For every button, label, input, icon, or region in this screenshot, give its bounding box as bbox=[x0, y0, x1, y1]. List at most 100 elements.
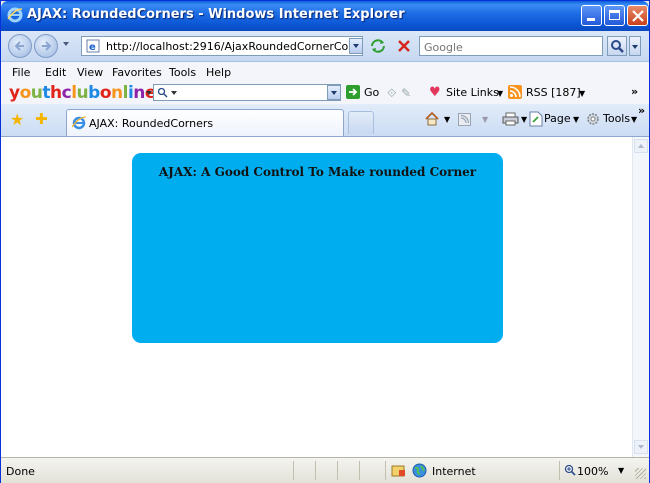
panel-heading: AJAX: A Good Control To Make rounded Cor… bbox=[158, 165, 477, 179]
minimize-button[interactable] bbox=[581, 5, 602, 26]
menu-favorites[interactable]: Favorites bbox=[112, 66, 162, 79]
ie-page-icon bbox=[72, 116, 86, 130]
window-title: AJAX: RoundedCorners - Windows Internet … bbox=[27, 7, 405, 22]
status-divider bbox=[293, 461, 294, 480]
brand-letter: h bbox=[50, 83, 62, 103]
search-input[interactable] bbox=[422, 38, 602, 56]
back-button[interactable] bbox=[8, 34, 32, 58]
rss-dropdown-icon[interactable]: ▼ bbox=[579, 89, 585, 98]
highlight-icon[interactable]: ⟐ bbox=[387, 86, 396, 101]
gear-icon[interactable] bbox=[585, 111, 601, 127]
minimize-icon bbox=[587, 18, 595, 21]
feeds-dropdown-icon[interactable]: ▼ bbox=[482, 115, 488, 124]
home-dropdown-icon[interactable]: ▼ bbox=[444, 115, 450, 124]
status-text: Done bbox=[6, 465, 35, 478]
address-field[interactable]: e http://localhost:2916/AjaxRoundedCorne… bbox=[81, 36, 363, 56]
search-box[interactable] bbox=[419, 36, 603, 56]
heart-icon: ♥ bbox=[429, 85, 441, 100]
tools-dropdown-icon[interactable]: ▼ bbox=[631, 115, 637, 124]
page-icon: e bbox=[86, 39, 100, 53]
print-icon[interactable] bbox=[502, 111, 519, 127]
stop-icon[interactable] bbox=[394, 37, 414, 55]
zoom-level[interactable]: 100% bbox=[577, 465, 608, 478]
status-divider bbox=[315, 461, 316, 480]
toolbar-overflow-chevron[interactable]: » bbox=[631, 85, 638, 98]
favorites-center-icon[interactable]: ★ bbox=[10, 112, 24, 128]
maximize-icon bbox=[609, 10, 620, 20]
brand-letter: o bbox=[99, 83, 112, 103]
status-divider bbox=[337, 461, 338, 480]
forward-button[interactable] bbox=[34, 34, 58, 58]
page-menu-button[interactable]: Page bbox=[544, 112, 571, 125]
recent-pages-dropdown-icon[interactable] bbox=[63, 42, 69, 46]
tab-label: AJAX: RoundedCorners bbox=[89, 117, 214, 130]
site-links-dropdown-icon[interactable]: ▼ bbox=[497, 89, 503, 98]
page-dropdown-icon[interactable]: ▼ bbox=[573, 115, 579, 124]
page-viewport: AJAX: A Good Control To Make rounded Cor… bbox=[1, 137, 632, 457]
back-arrow-icon bbox=[14, 41, 24, 51]
zoom-dropdown-icon[interactable]: ▼ bbox=[618, 466, 624, 475]
home-icon[interactable] bbox=[424, 111, 440, 127]
custom-toolbar: youthclubonline Go ⟐ ✎ ♥ Site Links ▼ RS… bbox=[1, 82, 649, 104]
rounded-corner-panel: AJAX: A Good Control To Make rounded Cor… bbox=[132, 153, 503, 343]
youthclubonline-logo[interactable]: youthclubonline bbox=[9, 83, 156, 103]
page-menu-icon[interactable] bbox=[529, 111, 543, 127]
go-arrow-icon[interactable] bbox=[346, 85, 360, 99]
rss-feed-button[interactable]: RSS [187] bbox=[526, 86, 581, 99]
menu-edit[interactable]: Edit bbox=[45, 66, 66, 79]
tab-ajax-roundedcorners[interactable]: AJAX: RoundedCorners bbox=[66, 109, 344, 136]
internet-explorer-icon bbox=[7, 7, 23, 23]
go-button-label[interactable]: Go bbox=[364, 86, 379, 99]
brand-letter: u bbox=[30, 83, 43, 103]
pen-icon[interactable]: ✎ bbox=[401, 86, 411, 100]
maximize-button[interactable] bbox=[604, 5, 625, 26]
scroll-up-arrow-icon[interactable] bbox=[634, 139, 648, 153]
brand-letter: y bbox=[9, 83, 20, 103]
search-options-dropdown[interactable] bbox=[629, 36, 641, 56]
vertical-scrollbar[interactable] bbox=[632, 137, 649, 457]
feeds-icon[interactable] bbox=[458, 113, 471, 126]
zoom-icon[interactable] bbox=[564, 464, 576, 476]
print-dropdown-icon[interactable]: ▼ bbox=[521, 115, 527, 124]
protected-mode-icon[interactable] bbox=[391, 463, 406, 478]
small-search-icon bbox=[157, 87, 168, 98]
url-text[interactable]: http://localhost:2916/AjaxRoundedCornerC… bbox=[106, 40, 356, 53]
globe-icon bbox=[412, 463, 427, 478]
refresh-icon[interactable] bbox=[368, 37, 388, 55]
status-divider bbox=[559, 461, 560, 480]
brand-letter: n bbox=[111, 83, 123, 103]
menu-file[interactable]: File bbox=[12, 66, 30, 79]
new-tab-button[interactable] bbox=[348, 111, 374, 134]
menu-view[interactable]: View bbox=[77, 66, 103, 79]
brand-letter: n bbox=[133, 83, 145, 103]
address-toolbar: e http://localhost:2916/AjaxRoundedCorne… bbox=[1, 31, 649, 62]
tools-menu-button[interactable]: Tools bbox=[603, 112, 630, 125]
browser-window: AJAX: RoundedCorners - Windows Internet … bbox=[0, 0, 650, 483]
site-links-button[interactable]: Site Links bbox=[446, 86, 499, 99]
status-bar: Done Internet 100% ▼ bbox=[1, 457, 649, 483]
title-bar[interactable]: AJAX: RoundedCorners - Windows Internet … bbox=[1, 1, 649, 31]
add-to-favorites-icon[interactable]: ✚ bbox=[35, 111, 48, 127]
brand-letter: u bbox=[76, 83, 89, 103]
brand-letter: t bbox=[42, 83, 51, 103]
security-zone-label[interactable]: Internet bbox=[432, 465, 476, 478]
tab-bar: ★ ✚ AJAX: RoundedCorners ▼ ▼ ▼ Page ▼ To… bbox=[1, 104, 649, 137]
status-divider bbox=[385, 461, 386, 480]
resize-grip[interactable] bbox=[635, 468, 646, 479]
toolbar-search-dropdown[interactable] bbox=[327, 85, 341, 100]
address-dropdown-button[interactable] bbox=[349, 38, 363, 54]
search-button[interactable] bbox=[607, 36, 627, 56]
close-button[interactable] bbox=[627, 5, 648, 26]
brand-letter: b bbox=[88, 83, 100, 103]
menu-tools[interactable]: Tools bbox=[169, 66, 196, 79]
command-bar-overflow-chevron[interactable]: » bbox=[638, 104, 645, 117]
scroll-down-arrow-icon[interactable] bbox=[634, 440, 648, 454]
search-mode-dropdown-icon[interactable] bbox=[171, 91, 177, 95]
magnifier-icon bbox=[611, 40, 624, 53]
status-divider bbox=[359, 461, 360, 480]
svg-text:e: e bbox=[89, 42, 96, 53]
rss-icon bbox=[508, 85, 522, 99]
brand-dropdown-icon[interactable] bbox=[146, 91, 152, 95]
menu-help[interactable]: Help bbox=[206, 66, 231, 79]
toolbar-search-field[interactable] bbox=[153, 84, 341, 101]
